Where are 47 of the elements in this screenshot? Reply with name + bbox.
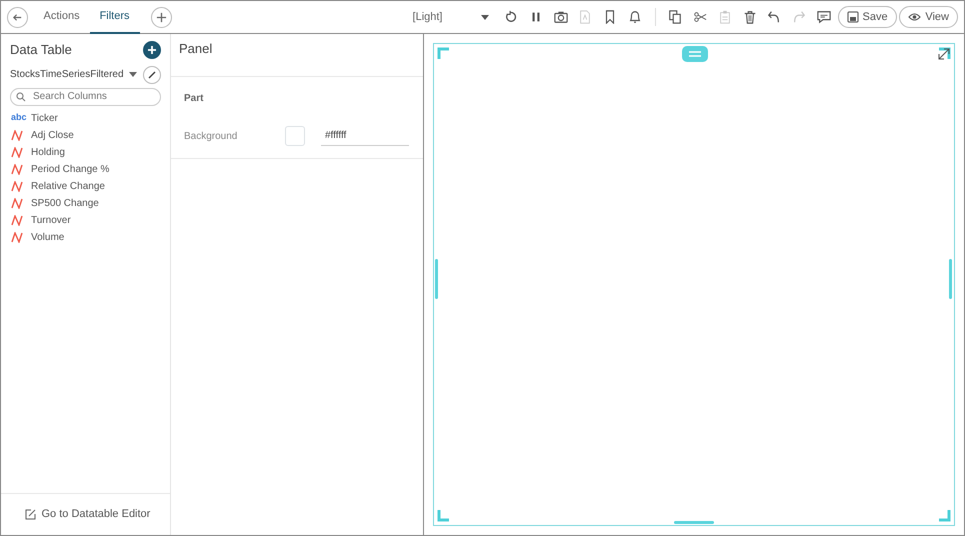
column-item[interactable]: Holding [1,144,170,160]
column-item[interactable]: abc Ticker [1,110,170,126]
numeric-type-icon [11,146,23,158]
save-icon [846,11,859,23]
view-button[interactable]: View [899,6,958,28]
search-field[interactable]: Search Columns [10,88,161,106]
eye-icon [908,12,922,22]
resize-handle[interactable] [674,521,714,524]
plus-icon [156,12,167,22]
numeric-type-icon [11,180,23,192]
corner-handle[interactable] [437,47,449,59]
numeric-type-icon [11,130,23,140]
numeric-type-icon [11,198,23,208]
numeric-type-icon [11,232,23,242]
edit-button[interactable] [143,66,161,84]
column-item[interactable]: Period Change % [1,160,170,178]
back-button[interactable] [7,6,28,28]
save-button[interactable]: Save [838,6,897,28]
datatable-editor-link[interactable]: Go to Datatable Editor [25,506,150,523]
panel-title: Panel [179,41,212,56]
tab[interactable]: Filters [90,0,140,34]
panel-title: Data Table [10,41,72,59]
text-type-label: abc [11,111,25,124]
corner-handle[interactable] [939,510,951,522]
back-arrow-icon [12,12,23,22]
section-heading: Part [184,92,204,106]
resize-handle[interactable] [435,259,439,299]
field-label: Background [184,130,238,144]
corner-handle[interactable] [437,510,449,522]
numeric-type-icon [11,214,23,226]
resize-handle[interactable] [949,259,953,299]
add-tab-button[interactable] [150,6,172,28]
column-item[interactable]: Adj Close [1,126,170,144]
column-item[interactable]: Relative Change [1,178,170,194]
column-item[interactable]: Turnover [1,212,170,228]
tab[interactable]: Actions [34,0,90,34]
add-button[interactable] [143,40,161,59]
color-swatch[interactable] [285,126,305,146]
caret-icon [480,14,489,20]
pencil-icon [148,70,156,78]
caret-icon [129,72,138,77]
edit-icon [25,509,36,520]
column-item[interactable]: SP500 Change [1,194,170,212]
plus-icon [147,44,157,55]
numeric-type-icon [11,164,23,174]
drag-handle[interactable] [682,46,708,62]
column-item[interactable]: Volume [1,228,170,246]
